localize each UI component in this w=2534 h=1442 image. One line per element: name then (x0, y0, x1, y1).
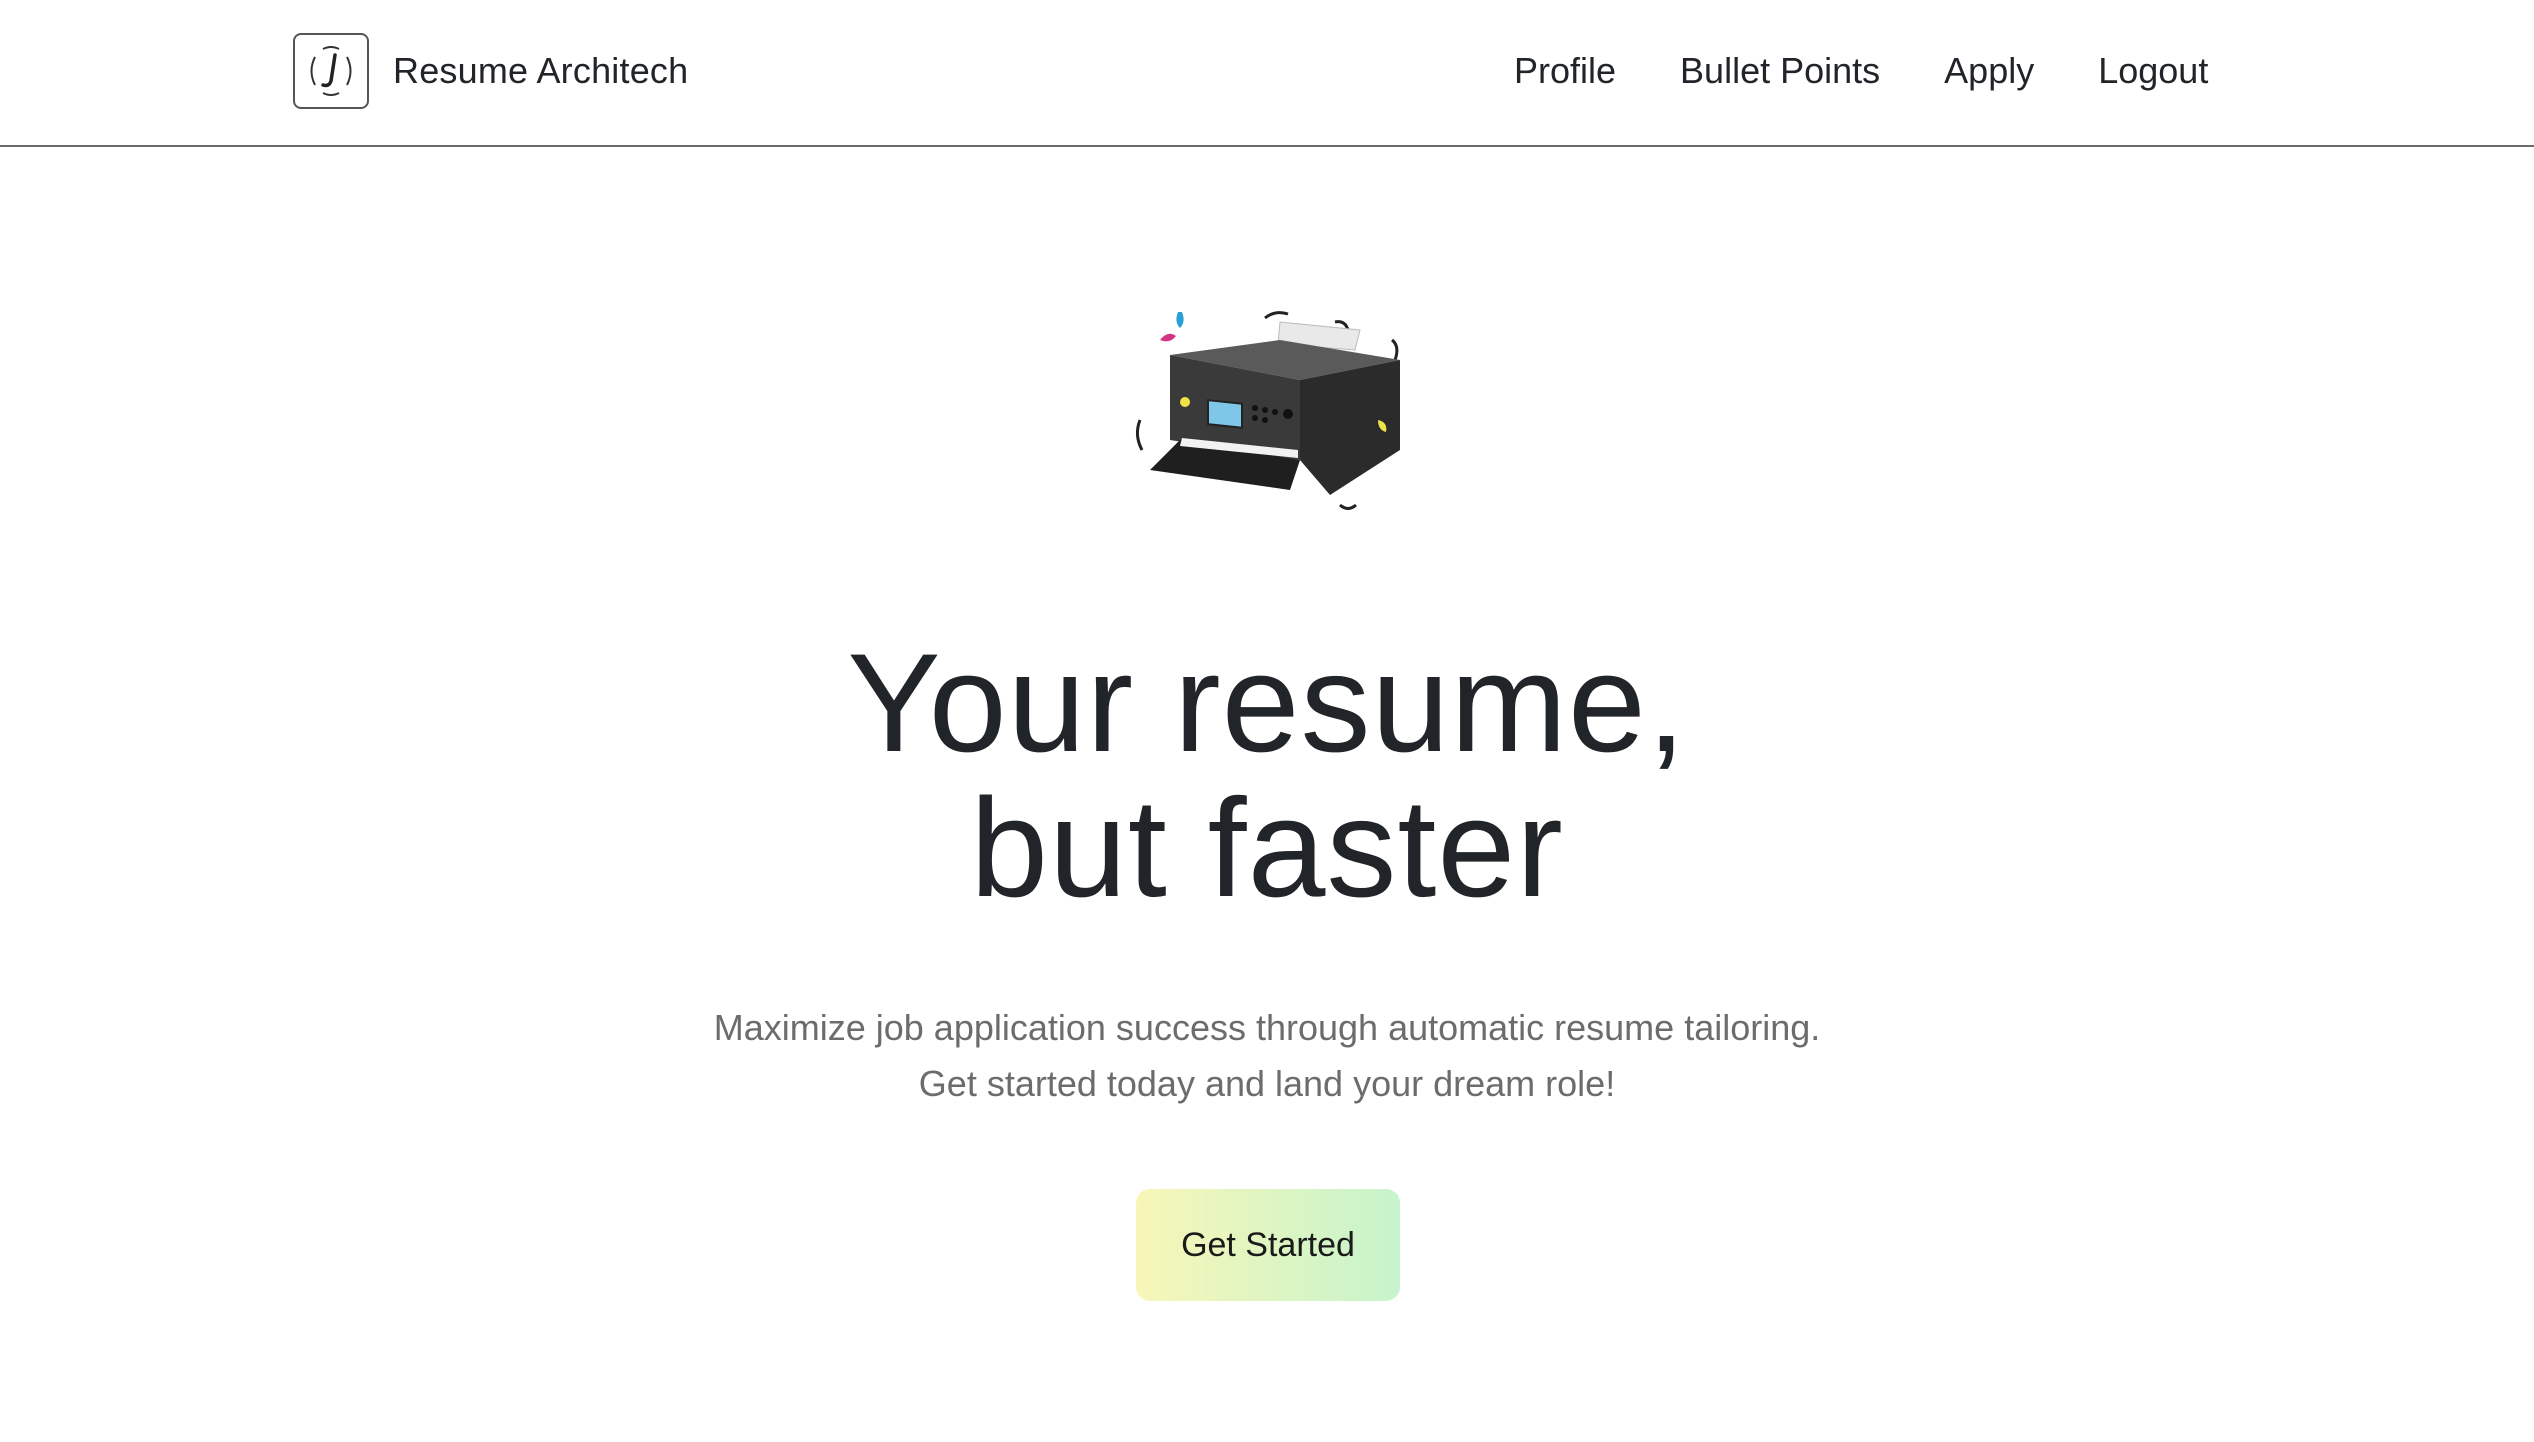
nav-links: Profile Bullet Points Apply Logout (1514, 40, 2208, 102)
headline-line-2: but faster (970, 769, 1564, 926)
subtext-line-1: Maximize job application success through… (713, 1007, 1821, 1048)
top-navbar: Resume Architech Profile Bullet Points A… (0, 0, 2534, 147)
hero-subtext: Maximize job application success through… (0, 1000, 2534, 1112)
nav-bullet-points[interactable]: Bullet Points (1680, 50, 1880, 92)
hero-headline: Your resume, but faster (0, 630, 2534, 920)
nav-logout[interactable]: Logout (2098, 50, 2208, 92)
headline-line-1: Your resume, (847, 624, 1687, 781)
brand-name: Resume Architech (393, 50, 689, 91)
get-started-button[interactable]: Get Started (1136, 1189, 1400, 1301)
nav-profile[interactable]: Profile (1514, 50, 1616, 92)
logo-icon (293, 33, 369, 109)
printer-illustration (1130, 300, 1420, 530)
nav-apply[interactable]: Apply (1944, 50, 2034, 92)
subtext-line-2: Get started today and land your dream ro… (918, 1063, 1616, 1104)
brand-link[interactable]: Resume Architech (293, 32, 688, 110)
